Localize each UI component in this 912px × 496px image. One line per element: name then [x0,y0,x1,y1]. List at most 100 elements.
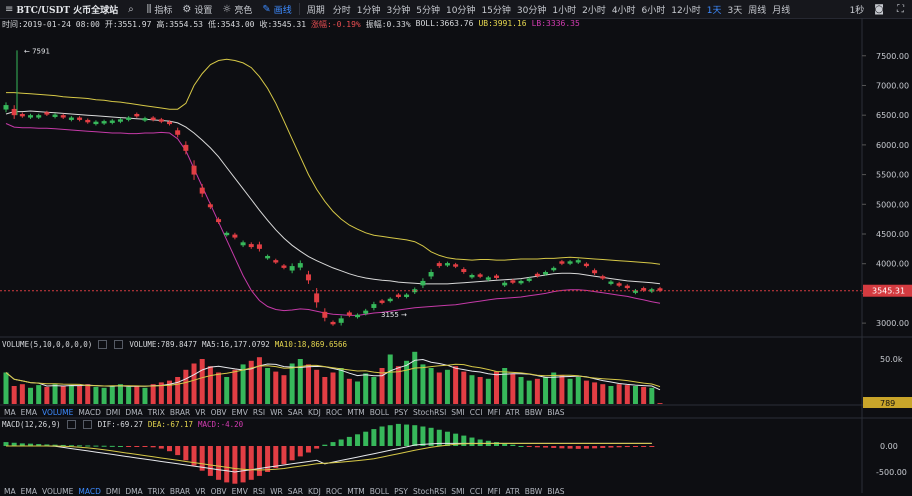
candle-body [28,115,34,118]
indicator-tab[interactable]: TRIX [148,487,165,496]
period-option[interactable]: 10分钟 [443,3,478,16]
indicator-tab[interactable]: EMV [232,487,248,496]
indicator-tab[interactable]: SMI [451,487,464,496]
indicator-tab[interactable]: MTM [347,487,365,496]
search-button[interactable]: ⌕ [123,0,142,18]
period-option[interactable]: 5分钟 [413,3,443,16]
indicator-tab[interactable]: MFI [487,487,500,496]
period-option[interactable]: 30分钟 [514,3,549,16]
settings-button[interactable]: ⚙ 设置 [177,0,217,18]
indicator-tab[interactable]: StochRSI [413,408,446,417]
indicator-tab[interactable]: MA [4,487,16,496]
indicator-tab[interactable]: RSI [253,487,265,496]
indicator-tab[interactable]: RSI [253,408,265,417]
indicator-tab[interactable]: ROC [326,487,342,496]
indicator-tab[interactable]: EMV [232,408,248,417]
macd-bar [109,445,115,447]
indicator-tab[interactable]: VOLUME [42,408,73,417]
macd-bar [583,446,589,449]
indicator-tab[interactable]: OBV [211,408,227,417]
collapse-icon[interactable] [66,420,76,429]
collapse-icon[interactable] [98,340,108,349]
indicator-tab[interactable]: BBW [525,408,542,417]
volume-bar [510,373,516,404]
indicator-tab[interactable]: BBW [525,487,542,496]
indicator-tab[interactable]: KDJ [308,408,321,417]
indicator-tab[interactable]: BIAS [547,487,564,496]
close-icon[interactable] [82,420,92,429]
period-option[interactable]: 3天 [724,3,745,16]
period-option[interactable]: 15分钟 [478,3,513,16]
indicator-tab[interactable]: VR [195,487,205,496]
indicator-tab[interactable]: KDJ [308,487,321,496]
indicator-tab[interactable]: EMA [21,408,37,417]
period-option[interactable]: 6小时 [639,3,669,16]
indicator-tab[interactable]: CCI [470,487,483,496]
period-option[interactable]: 4小时 [609,3,639,16]
indicators-button[interactable]: ⫼ 指标 [142,0,178,18]
period-option[interactable]: 3分钟 [384,3,414,16]
refresh-interval[interactable]: 1秒 [845,0,870,18]
indicator-tab[interactable]: TRIX [148,408,165,417]
period-option[interactable]: 12小时 [668,3,703,16]
macd-bar [117,446,123,447]
indicator-tab[interactable]: PSY [394,408,408,417]
volume-bar [3,372,9,404]
period-option[interactable]: 周线 [745,3,769,16]
period-option[interactable]: 月线 [769,3,793,16]
macd-bar [518,446,524,447]
volume-bar [256,357,262,404]
volume-bar [485,378,491,404]
period-option[interactable]: 2小时 [579,3,609,16]
indicator-tab[interactable]: VOLUME [42,487,73,496]
indicator-tab[interactable]: SAR [288,487,303,496]
macd-bar [3,442,9,446]
period-option[interactable]: 1天 [704,3,725,16]
volume-bar [502,368,508,404]
indicator-tab[interactable]: WR [270,487,283,496]
indicator-tab[interactable]: MACD [78,408,100,417]
indicator-tab[interactable]: BRAR [170,487,190,496]
indicator-tab[interactable]: BIAS [547,408,564,417]
indicator-tab[interactable]: MTM [347,408,365,417]
macd-bar [150,446,156,448]
indicator-tab[interactable]: ATR [505,408,519,417]
indicator-tab[interactable]: WR [270,408,283,417]
volume-bar [19,384,25,404]
theme-button[interactable]: ☼ 亮色 [217,0,257,18]
indicator-tab[interactable]: BRAR [170,408,190,417]
indicator-tab[interactable]: SAR [288,408,303,417]
symbol-selector[interactable]: ≡ BTC/USDT 火币全球站 [0,0,123,18]
indicator-tab[interactable]: PSY [394,487,408,496]
indicator-tab[interactable]: BOLL [370,408,389,417]
fullscreen-button[interactable]: ⛶ [892,0,912,18]
indicator-tab[interactable]: StochRSI [413,487,446,496]
candle-body [436,263,442,267]
indicator-tab[interactable]: MA [4,408,16,417]
close-icon[interactable] [114,340,124,349]
indicator-tab[interactable]: SMI [451,408,464,417]
indicator-tab[interactable]: MACD [78,487,100,496]
screenshot-button[interactable]: ◙ [869,0,892,18]
indicator-tab[interactable]: DMI [106,487,120,496]
period-option[interactable]: 1分钟 [354,3,384,16]
indicator-tab[interactable]: MFI [487,408,500,417]
period-option[interactable]: 分时 [330,3,354,16]
indicator-tab[interactable]: DMI [106,408,120,417]
price-tick-label: 6000.00 [876,141,909,150]
indicator-tab[interactable]: OBV [211,487,227,496]
info-low: 低:3543.00 [207,20,255,29]
indicator-tab[interactable]: ATR [505,487,519,496]
indicator-tab[interactable]: EMA [21,487,37,496]
period-option[interactable]: 1小时 [549,3,579,16]
indicator-tab[interactable]: BOLL [370,487,389,496]
indicator-tab[interactable]: CCI [470,408,483,417]
indicator-tab[interactable]: VR [195,408,205,417]
volume-bar [346,378,352,404]
info-amplitude: 振幅:0.33% [365,20,411,29]
indicator-tab[interactable]: DMA [125,487,142,496]
draw-button[interactable]: ✎ 画线 [257,0,296,18]
indicator-tab[interactable]: ROC [326,408,342,417]
indicator-tab[interactable]: DMA [125,408,142,417]
volume-bar [183,369,189,404]
